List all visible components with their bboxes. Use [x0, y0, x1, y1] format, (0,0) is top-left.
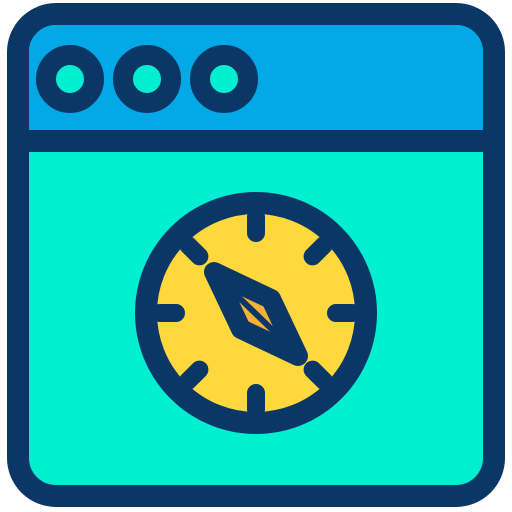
compass-tick — [303, 236, 333, 266]
compass-icon — [135, 192, 377, 434]
compass-tick — [179, 360, 209, 390]
window-dot-icon — [36, 45, 104, 113]
window-dot-icon — [113, 45, 181, 113]
window-dot-icon — [190, 45, 258, 113]
compass-tick — [179, 236, 209, 266]
browser-compass-graphic — [7, 3, 505, 507]
compass-tick — [303, 360, 333, 390]
browser-compass-icon — [0, 0, 512, 512]
